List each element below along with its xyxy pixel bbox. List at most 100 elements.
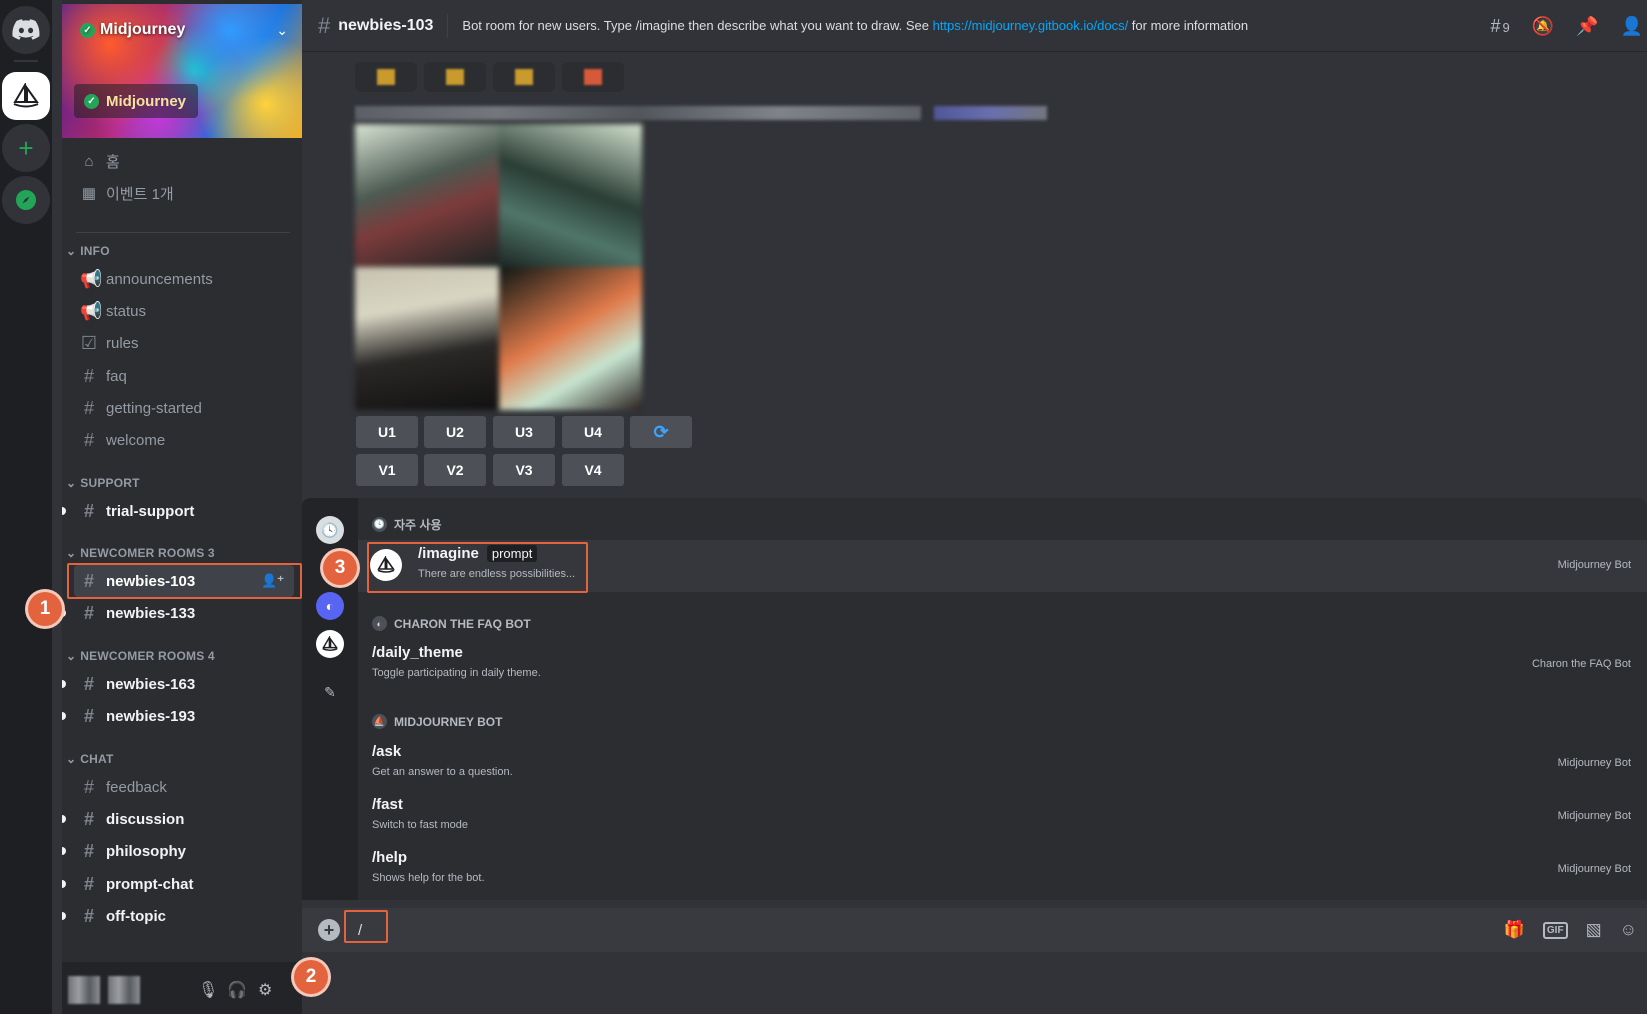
variation-button-4[interactable]: V4 <box>562 454 624 486</box>
server-header[interactable]: ✓ Midjourney <box>80 21 185 39</box>
emoji-icon <box>446 69 464 85</box>
channel-label: faq <box>106 367 127 385</box>
server-banner[interactable]: ✓ Midjourney ⌄ ✓ Midjourney <box>62 4 302 138</box>
channel-faq[interactable]: # faq <box>74 360 294 392</box>
channel-label: rules <box>106 334 139 352</box>
category-chat[interactable]: ⌄ CHAT <box>66 752 114 766</box>
variation-button-1[interactable]: V1 <box>356 454 418 486</box>
emoji-icon <box>515 69 533 85</box>
reaction-chip[interactable] <box>424 62 486 92</box>
add-server-button[interactable]: + <box>2 124 50 172</box>
discord-home-button[interactable] <box>2 6 50 54</box>
sticker-icon[interactable]: ▧ <box>1586 920 1602 940</box>
channel-philosophy[interactable]: # philosophy <box>62 835 294 867</box>
recent-clock-icon[interactable]: 🕓 <box>316 516 344 544</box>
username-redacted <box>108 976 140 1004</box>
channel-newbies-133[interactable]: # newbies-133 <box>62 597 294 629</box>
message-input[interactable] <box>350 914 630 946</box>
hash-icon: # <box>83 429 94 450</box>
image-quadrant <box>498 124 642 267</box>
headphones-icon[interactable]: 🎧 <box>227 980 247 1000</box>
channel-announcements[interactable]: 📢 announcements <box>74 263 294 295</box>
midjourney-bot-icon[interactable] <box>316 630 344 658</box>
channel-discussion[interactable]: # discussion <box>62 803 294 835</box>
reaction-chip[interactable] <box>562 62 624 92</box>
command-fast[interactable]: /fast Switch to fast mode Midjourney Bot <box>358 791 1647 843</box>
upscale-button-4[interactable]: U4 <box>562 416 624 448</box>
threads-button[interactable]: #9 <box>1490 16 1509 37</box>
step-badge-3: 3 <box>323 551 357 585</box>
mute-bell-icon[interactable]: 🔕 <box>1532 16 1554 37</box>
plus-icon: + <box>18 132 34 163</box>
channel-rules[interactable]: ☑ rules <box>74 327 294 359</box>
gif-icon[interactable]: GIF <box>1542 921 1568 939</box>
generated-image-grid[interactable] <box>355 124 642 410</box>
upscale-button-3[interactable]: U3 <box>493 416 555 448</box>
reaction-chip[interactable] <box>493 62 555 92</box>
reroll-button[interactable]: ⟳ <box>630 416 692 448</box>
command-daily-theme[interactable]: /daily_theme Toggle participating in dai… <box>358 639 1647 691</box>
user-panel: 🎙 🎧 ⚙ <box>62 962 302 1014</box>
attach-plus-icon[interactable]: + <box>318 919 340 941</box>
channel-welcome[interactable]: # welcome <box>74 424 294 456</box>
unread-indicator <box>62 815 66 823</box>
highlight-input <box>344 910 388 943</box>
threads-icon: # <box>1490 15 1501 36</box>
pin-icon[interactable]: 📌 <box>1576 16 1598 37</box>
emoji-icon[interactable]: ☺ <box>1620 920 1637 940</box>
category-label: CHAT <box>80 752 114 766</box>
topic-link[interactable]: https://midjourney.gitbook.io/docs/ <box>933 18 1129 33</box>
channel-label: getting-started <box>106 399 202 417</box>
channel-trial-support[interactable]: # trial-support <box>62 495 294 527</box>
category-support[interactable]: ⌄ SUPPORT <box>66 476 140 490</box>
unread-indicator <box>62 847 66 855</box>
microphone-icon[interactable]: 🎙 <box>198 980 218 1000</box>
built-in-commands-icon[interactable]: ✎ <box>316 678 344 706</box>
unread-indicator <box>62 680 66 688</box>
command-help[interactable]: /help Shows help for the bot. Midjourney… <box>358 844 1647 896</box>
redacted-message-text <box>355 106 921 120</box>
variation-button-3[interactable]: V3 <box>493 454 555 486</box>
image-quadrant <box>498 267 642 410</box>
gift-icon[interactable]: 🎁 <box>1504 920 1525 940</box>
faq-bot-icon[interactable]: ◐ <box>316 592 344 620</box>
command-name: /daily_theme <box>372 644 463 661</box>
midjourney-server-button[interactable] <box>2 72 50 120</box>
channel-newbies-193[interactable]: # newbies-193 <box>62 700 294 732</box>
thread-hash-icon: # <box>83 602 94 623</box>
sidebar-divider <box>76 232 290 233</box>
home-nav-item[interactable]: ⌂ 홈 <box>74 146 294 176</box>
channel-label: newbies-133 <box>106 604 196 622</box>
command-source: Midjourney Bot <box>1557 559 1631 571</box>
variation-button-2[interactable]: V2 <box>424 454 486 486</box>
command-description: Shows help for the bot. <box>372 872 485 884</box>
category-newcomer-rooms-3[interactable]: ⌄ NEWCOMER ROOMS 3 <box>66 546 215 560</box>
channel-label: off-topic <box>106 907 166 925</box>
chevron-down-icon: ⌄ <box>66 476 77 490</box>
channel-getting-started[interactable]: # getting-started <box>74 392 294 424</box>
category-newcomer-rooms-4[interactable]: ⌄ NEWCOMER ROOMS 4 <box>66 649 215 663</box>
gear-icon[interactable]: ⚙ <box>258 980 272 1000</box>
channel-newbies-163[interactable]: # newbies-163 <box>62 668 294 700</box>
channel-label: status <box>106 302 147 320</box>
avatar[interactable] <box>68 976 100 1004</box>
channel-status[interactable]: 📢 status <box>74 295 294 327</box>
channel-feedback[interactable]: # feedback <box>74 771 294 803</box>
upscale-button-1[interactable]: U1 <box>356 416 418 448</box>
server-name: Midjourney <box>100 21 186 38</box>
events-nav-item[interactable]: ▦ 이벤트 1개 <box>74 178 294 208</box>
upscale-button-2[interactable]: U2 <box>424 416 486 448</box>
command-source: Midjourney Bot <box>1557 757 1631 769</box>
channel-off-topic[interactable]: # off-topic <box>62 900 294 932</box>
command-description: Get an answer to a question. <box>372 766 513 778</box>
channel-title: newbies-103 <box>338 16 434 34</box>
channel-label: newbies-163 <box>106 675 196 693</box>
explore-servers-button[interactable] <box>2 176 50 224</box>
channel-prompt-chat[interactable]: # prompt-chat <box>62 868 294 900</box>
members-icon[interactable]: 👤 <box>1621 16 1643 37</box>
command-ask[interactable]: /ask Get an answer to a question. Midjou… <box>358 738 1647 790</box>
category-info[interactable]: ⌄ INFO <box>66 244 110 258</box>
reaction-chip[interactable] <box>355 62 417 92</box>
chevron-down-icon[interactable]: ⌄ <box>276 22 288 39</box>
hash-icon: # <box>83 840 94 861</box>
